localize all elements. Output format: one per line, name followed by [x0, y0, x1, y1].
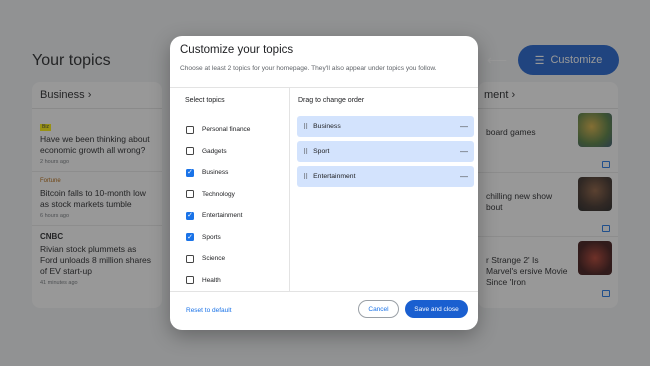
order-item[interactable]: ⠿ Business —	[297, 116, 474, 137]
topic-label: Entertainment	[202, 212, 243, 220]
drag-handle-icon[interactable]: ⠿	[303, 123, 308, 131]
save-and-close-button[interactable]: Save and close	[405, 300, 468, 318]
topic-checkbox[interactable]	[186, 276, 194, 285]
topic-label: Sports	[202, 233, 221, 241]
cancel-button[interactable]: Cancel	[358, 300, 399, 318]
topic-checkbox[interactable]: ✓	[186, 211, 194, 220]
order-item[interactable]: ⠿ Entertainment —	[297, 166, 474, 187]
order-item-label: Business	[313, 123, 341, 130]
select-topics-pane: Select topics Personal finance Gadgets ✓ Bu…	[170, 88, 289, 292]
topic-row[interactable]: Technology	[186, 184, 250, 206]
order-item[interactable]: ⠿ Sport —	[297, 141, 474, 162]
topic-row[interactable]: ✓ Entertainment	[186, 205, 250, 227]
topic-label: Gadgets	[202, 147, 227, 155]
order-list: ⠿ Business — ⠿ Sport — ⠿ Entertainment —	[297, 116, 474, 191]
topic-checkbox[interactable]	[186, 190, 194, 199]
select-topics-heading: Select topics	[185, 97, 225, 104]
drag-handle-icon[interactable]: ⠿	[303, 173, 308, 181]
topic-checkbox[interactable]: ✓	[186, 233, 194, 242]
topic-row[interactable]: ✓ Sports	[186, 227, 250, 249]
dialog-subtitle: Choose at least 2 topics for your homepa…	[180, 65, 437, 72]
topic-row[interactable]: Gadgets	[186, 141, 250, 163]
order-pane: Drag to change order ⠿ Business — ⠿ Sport — ⠿ E…	[290, 88, 478, 292]
topic-label: Science	[202, 255, 226, 263]
divider	[170, 291, 478, 292]
topic-row[interactable]: ✓ Business	[186, 162, 250, 184]
topic-label: Business	[202, 169, 229, 177]
topic-checklist: Personal finance Gadgets ✓ Business Technolo…	[186, 119, 250, 291]
topic-label: Personal finance	[202, 126, 251, 134]
topic-row[interactable]: Health	[186, 270, 250, 292]
order-item-label: Entertainment	[313, 173, 356, 180]
order-item-label: Sport	[313, 148, 330, 155]
topic-checkbox[interactable]	[186, 254, 194, 263]
topic-checkbox[interactable]: ✓	[186, 168, 194, 177]
topic-label: Technology	[202, 190, 235, 198]
topic-row[interactable]: Personal finance	[186, 119, 250, 141]
reset-to-default-link[interactable]: Reset to default	[186, 307, 232, 314]
drag-indicator-icon: —	[460, 122, 468, 131]
topic-checkbox[interactable]	[186, 147, 194, 156]
topic-checkbox[interactable]	[186, 125, 194, 134]
dialog-title: Customize your topics	[180, 44, 294, 56]
topic-label: Health	[202, 276, 221, 284]
drag-handle-icon[interactable]: ⠿	[303, 148, 308, 156]
topic-row[interactable]: Science	[186, 248, 250, 270]
customize-topics-dialog: Customize your topics Choose at least 2 …	[170, 36, 478, 330]
drag-indicator-icon: —	[460, 172, 468, 181]
drag-indicator-icon: —	[460, 147, 468, 156]
order-heading: Drag to change order	[298, 97, 365, 104]
